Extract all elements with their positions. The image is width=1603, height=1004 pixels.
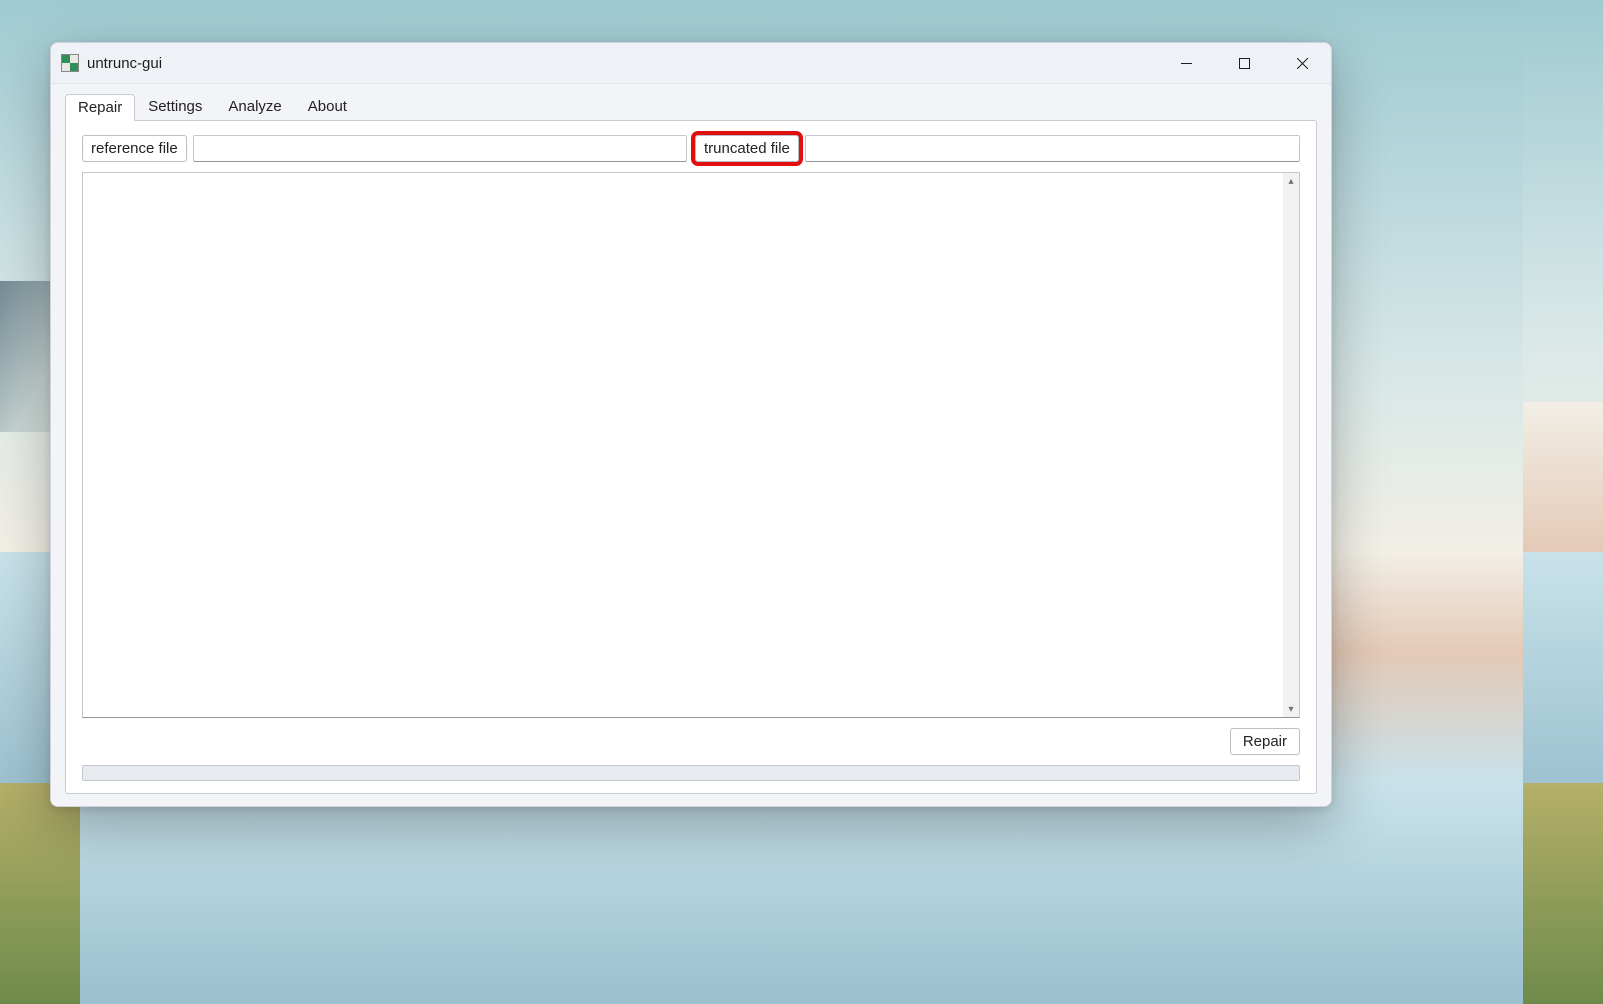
tab-analyze[interactable]: Analyze <box>215 93 294 120</box>
log-output-wrap: ▴ ▾ <box>82 172 1300 718</box>
log-scrollbar[interactable]: ▴ ▾ <box>1283 173 1299 717</box>
maximize-button[interactable] <box>1215 43 1273 83</box>
tab-row: Repair Settings Analyze About <box>65 90 1317 120</box>
minimize-button[interactable] <box>1157 43 1215 83</box>
wallpaper-right <box>1523 0 1603 1004</box>
progress-bar <box>82 765 1300 781</box>
client-area: Repair Settings Analyze About reference … <box>51 84 1331 806</box>
app-window: untrunc-gui Repair Settings Analyze Abou… <box>50 42 1332 807</box>
tab-page-repair: reference file truncated file ▴ ▾ <box>65 120 1317 794</box>
repair-button[interactable]: Repair <box>1230 728 1300 755</box>
reference-file-input[interactable] <box>193 135 687 162</box>
close-button[interactable] <box>1273 43 1331 83</box>
log-output[interactable] <box>83 173 1283 717</box>
scroll-up-icon[interactable]: ▴ <box>1283 173 1299 189</box>
truncated-file-group: truncated file <box>695 135 1300 162</box>
file-row: reference file truncated file <box>82 135 1300 162</box>
desktop-wallpaper: untrunc-gui Repair Settings Analyze Abou… <box>0 0 1603 1004</box>
app-icon <box>61 54 79 72</box>
tab-repair[interactable]: Repair <box>65 94 135 121</box>
reference-file-button[interactable]: reference file <box>82 135 187 162</box>
action-row: Repair <box>82 728 1300 755</box>
window-title: untrunc-gui <box>87 55 162 72</box>
truncated-file-button[interactable]: truncated file <box>695 135 799 162</box>
scroll-down-icon[interactable]: ▾ <box>1283 701 1299 717</box>
reference-file-group: reference file <box>82 135 687 162</box>
tab-settings[interactable]: Settings <box>135 93 215 120</box>
title-bar[interactable]: untrunc-gui <box>51 43 1331 84</box>
tab-about[interactable]: About <box>295 93 360 120</box>
truncated-file-input[interactable] <box>805 135 1300 162</box>
